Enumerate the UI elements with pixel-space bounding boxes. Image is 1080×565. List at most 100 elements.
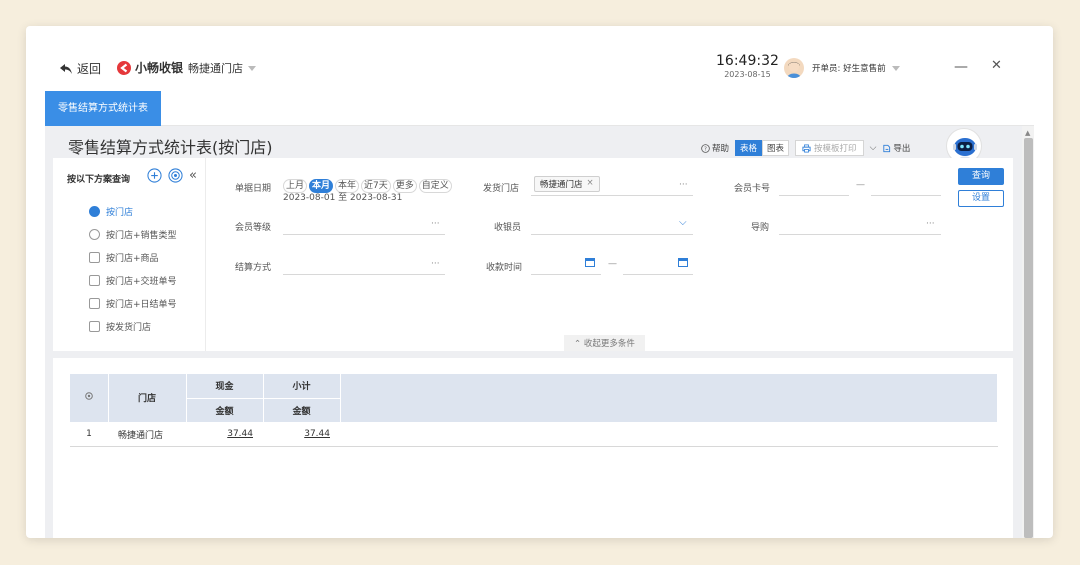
operator-selector[interactable]: 开单员: 好生意售前 <box>812 62 900 74</box>
query-button[interactable]: 查询 <box>958 168 1004 185</box>
member-level-input[interactable] <box>283 234 445 235</box>
scrollbar-thumb[interactable] <box>1024 138 1033 538</box>
member-card-label: 会员卡号 <box>734 184 771 194</box>
cashier-label: 收银员 <box>494 223 522 233</box>
chevron-down-icon <box>248 65 256 71</box>
row-subtotal[interactable]: 37.44 <box>263 422 340 447</box>
target-scheme-icon[interactable] <box>168 168 183 183</box>
date-range: 2023-08-01 至 2023-08-31 <box>283 193 403 203</box>
collapse-left-icon[interactable]: « <box>189 168 197 183</box>
results-table: 门店 现金 小计 金额 金额 1 畅捷通门店 37.44 37.44 <box>70 374 998 447</box>
chart-view-button[interactable]: 图表 <box>762 140 790 156</box>
row-store: 畅捷通门店 <box>108 422 186 447</box>
row-cash[interactable]: 37.44 <box>186 422 263 447</box>
header-cash-amount: 金额 <box>186 398 264 423</box>
scheme-item-store-salestype[interactable]: 按门店+销售类型 <box>89 223 177 246</box>
scheme-item-store[interactable]: 按门店 <box>89 200 177 223</box>
scheme-item-label: 按门店 <box>106 208 134 218</box>
row-filler <box>340 422 998 447</box>
receive-time-to-input[interactable] <box>623 274 693 275</box>
ship-store-chip[interactable]: 畅捷通门店 × <box>534 176 600 192</box>
scheme-item-store-shift[interactable]: 按门店+交班单号 <box>89 269 177 292</box>
app-window: 返回 小畅收银 畅捷通门店 16:49:32 2023-08-15 开单员: 好… <box>26 26 1053 538</box>
member-card-from-input[interactable] <box>779 195 849 196</box>
scheme-item-ship-store[interactable]: 按发货门店 <box>89 315 177 338</box>
scheme-panel: 按以下方案查询 « 按门店 按门店+销售类型 按门店+商品 按门店+交班单号 按… <box>53 158 206 351</box>
export-label: 导出 <box>893 144 911 154</box>
back-arrow-icon <box>60 63 72 74</box>
member-card-to-input[interactable] <box>871 195 941 196</box>
help-button[interactable]: ? 帮助 <box>701 142 729 154</box>
scheme-item-label: 按门店+商品 <box>106 254 159 264</box>
chevron-down-icon[interactable]: ⌵ <box>679 217 687 228</box>
chevron-down-icon <box>891 65 900 71</box>
close-button[interactable]: ✕ <box>991 58 1002 73</box>
print-label: 按模板打印 <box>814 144 857 154</box>
minimize-button[interactable]: — <box>954 59 968 75</box>
svg-text:?: ? <box>704 146 707 152</box>
remove-icon[interactable]: × <box>587 178 594 190</box>
clock: 16:49:32 2023-08-15 <box>716 53 779 80</box>
help-label: 帮助 <box>712 144 730 154</box>
avatar[interactable] <box>784 58 804 78</box>
store-icon <box>89 206 100 217</box>
brand-logo-icon <box>117 60 131 75</box>
chevron-up-icon: ⌃ <box>574 339 582 349</box>
receive-time-from-input[interactable] <box>531 274 601 275</box>
row-index: 1 <box>70 422 108 447</box>
member-level-label: 会员等级 <box>235 223 272 233</box>
store-name: 畅捷通门店 <box>188 62 243 75</box>
print-button[interactable]: 按模板打印 <box>795 140 864 156</box>
header-cash: 现金 <box>186 374 264 399</box>
clock-icon <box>89 229 100 240</box>
calendar-icon[interactable] <box>678 258 688 267</box>
column-settings[interactable] <box>70 374 109 423</box>
goods-icon <box>89 252 100 263</box>
ship-store-value: 畅捷通门店 <box>540 180 583 190</box>
scheme-actions: « <box>147 168 197 183</box>
settle-method-label: 结算方式 <box>235 263 272 273</box>
report-toolbar: ? 帮助 表格 图表 按模板打印 ⌵ 导出 <box>701 140 910 156</box>
add-scheme-icon[interactable] <box>147 168 162 183</box>
header-subtotal-amount: 金额 <box>263 398 341 423</box>
clock-date: 2023-08-15 <box>724 70 771 79</box>
scheme-list: 按门店 按门店+销售类型 按门店+商品 按门店+交班单号 按门店+日结单号 按发… <box>89 200 177 338</box>
tab-bar: 零售结算方式统计表 <box>45 91 1034 126</box>
clock-time: 16:49:32 <box>716 53 779 69</box>
settle-method-more[interactable]: ··· <box>431 259 440 269</box>
report-page: 零售结算方式统计表(按门店) ? 帮助 表格 图表 按模板打印 ⌵ 导出 按以下… <box>45 126 1023 538</box>
receive-time-label: 收款时间 <box>486 263 523 273</box>
user-avatar-icon <box>787 62 801 78</box>
scheme-item-label: 按门店+交班单号 <box>106 277 177 287</box>
back-button[interactable]: 返回 <box>59 60 101 77</box>
collapse-conditions-button[interactable]: ⌃ 收起更多条件 <box>564 335 645 351</box>
calendar-icon[interactable] <box>585 258 595 267</box>
scroll-up-icon[interactable]: ▲ <box>1025 129 1030 137</box>
scheme-item-store-daily[interactable]: 按门店+日结单号 <box>89 292 177 315</box>
date-opt-custom[interactable]: 自定义 <box>418 179 452 193</box>
cashier-input[interactable] <box>531 234 693 235</box>
operator-name: 开单员: 好生意售前 <box>812 64 886 74</box>
settings-button[interactable]: 设置 <box>958 190 1004 207</box>
table-view-button[interactable]: 表格 <box>735 140 763 156</box>
guide-input[interactable] <box>779 234 941 235</box>
tab-settle-report[interactable]: 零售结算方式统计表 <box>45 91 161 126</box>
brand-name: 小畅收银 <box>135 61 184 75</box>
member-level-more[interactable]: ··· <box>431 219 440 229</box>
scheme-item-label: 按发货门店 <box>106 323 152 333</box>
range-dash: — <box>856 180 865 190</box>
scheme-item-store-goods[interactable]: 按门店+商品 <box>89 246 177 269</box>
guide-label: 导购 <box>751 223 770 233</box>
ship-store-more[interactable]: ··· <box>679 180 688 190</box>
scheme-item-label: 按门店+日结单号 <box>106 300 177 310</box>
doc-date-label: 单据日期 <box>235 184 272 194</box>
export-button[interactable]: 导出 <box>882 142 910 154</box>
brand-logo: 小畅收银 <box>116 59 183 76</box>
store-selector[interactable]: 畅捷通门店 <box>188 60 256 76</box>
chart-icon <box>89 321 100 332</box>
chevron-down-icon[interactable]: ⌵ <box>870 143 877 153</box>
settle-method-input[interactable] <box>283 274 445 275</box>
guide-more[interactable]: ··· <box>926 219 935 229</box>
help-icon: ? <box>701 143 710 153</box>
collapse-label: 收起更多条件 <box>583 339 635 349</box>
